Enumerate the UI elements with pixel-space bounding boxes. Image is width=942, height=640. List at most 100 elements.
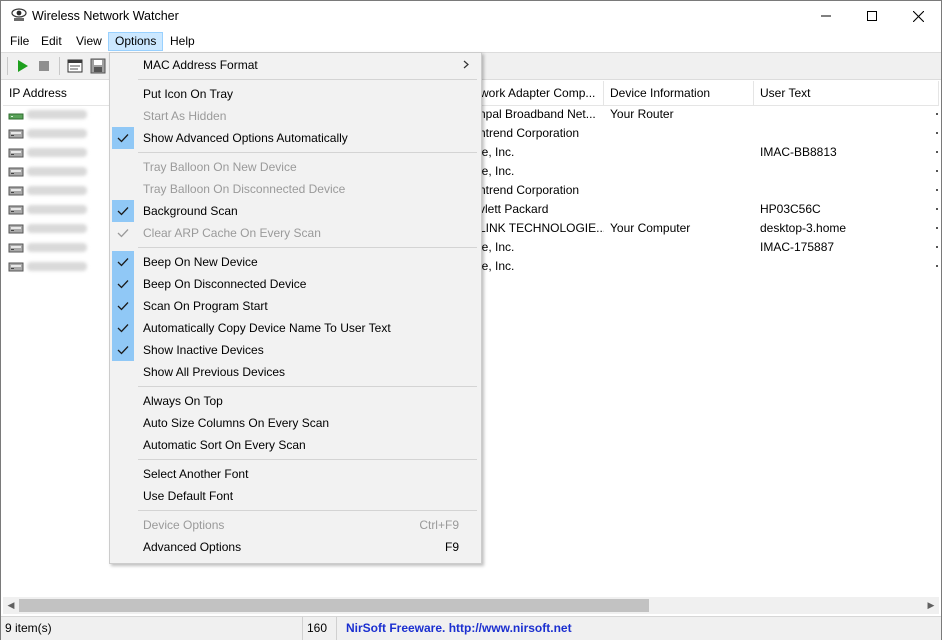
network-device-icon	[8, 167, 24, 177]
wireless-watcher-eye-icon	[11, 8, 27, 21]
checkmark-icon	[112, 222, 134, 244]
network-device-icon	[8, 148, 24, 158]
menu-edit[interactable]: Edit	[35, 32, 68, 51]
truncated-column-marker	[936, 151, 938, 153]
cell-device-information: Your Computer	[610, 221, 691, 235]
title-bar[interactable]: Wireless Network Watcher	[1, 1, 941, 31]
ip-address-redacted	[27, 262, 87, 271]
menu-separator	[138, 459, 477, 460]
menu-view[interactable]: View	[70, 32, 108, 51]
toolbar-separator	[59, 57, 60, 75]
menu-item-show-advanced-options-automatically[interactable]: Show Advanced Options Automatically	[110, 127, 481, 149]
cell-adapter-company: vlett Packard	[479, 202, 549, 216]
truncated-column-marker	[936, 265, 938, 267]
menu-item-mac-address-format[interactable]: MAC Address Format	[110, 54, 481, 76]
toolbar-grip	[7, 57, 8, 75]
menu-item-label: Put Icon On Tray	[143, 87, 234, 101]
menu-item-background-scan[interactable]: Background Scan	[110, 200, 481, 222]
cell-user-text	[754, 162, 934, 181]
menu-item-clear-arp-cache[interactable]: Clear ARP Cache On Every Scan	[110, 222, 481, 244]
menu-item-label: Show All Previous Devices	[143, 365, 286, 379]
menu-separator	[138, 79, 477, 80]
menu-item-auto-size-columns[interactable]: Auto Size Columns On Every Scan	[110, 412, 481, 434]
menu-item-label: Always On Top	[143, 394, 223, 408]
menu-item-scan-on-program-start[interactable]: Scan On Program Start	[110, 295, 481, 317]
ip-address-redacted	[27, 167, 87, 176]
cell-adapter-company: le, Inc.	[479, 145, 515, 159]
menu-item-label: Automatic Sort On Every Scan	[143, 438, 306, 452]
save-icon[interactable]	[89, 57, 107, 75]
menu-item-label: Tray Balloon On Disconnected Device	[143, 182, 346, 196]
network-device-icon	[8, 205, 24, 215]
column-user-text[interactable]: User Text	[754, 81, 939, 105]
menu-item-tray-balloon-new-device[interactable]: Tray Balloon On New Device	[110, 156, 481, 178]
status-scan-value: 160	[303, 617, 337, 640]
scrollbar-thumb[interactable]	[19, 599, 649, 612]
play-icon[interactable]	[13, 57, 31, 75]
cell-user-text: IMAC-BB8813	[760, 145, 837, 159]
network-device-icon	[8, 243, 24, 253]
menu-item-label: Select Another Font	[143, 467, 249, 481]
cell-user-text: IMAC-175887	[760, 240, 835, 254]
truncated-column-marker	[936, 246, 938, 248]
menu-item-label: Device Options	[143, 518, 225, 532]
menu-item-put-icon-on-tray[interactable]: Put Icon On Tray	[110, 83, 481, 105]
scroll-right-arrow-icon[interactable]: ▶	[923, 597, 939, 614]
menu-item-label: Advanced Options	[143, 540, 242, 554]
cell-device-information	[604, 124, 754, 143]
cell-adapter-company: le, Inc.	[479, 240, 515, 254]
menu-item-automatic-sort[interactable]: Automatic Sort On Every Scan	[110, 434, 481, 456]
menu-item-advanced-options[interactable]: Advanced Options F9	[110, 536, 481, 558]
cell-user-text	[754, 257, 934, 276]
close-button[interactable]	[895, 1, 941, 31]
menu-item-select-another-font[interactable]: Select Another Font	[110, 463, 481, 485]
menu-item-label: Beep On Disconnected Device	[143, 277, 307, 291]
menu-help[interactable]: Help	[164, 32, 201, 51]
cell-device-information	[604, 200, 754, 219]
menu-item-beep-on-new-device[interactable]: Beep On New Device	[110, 251, 481, 273]
cell-device-information: Your Router	[610, 107, 674, 121]
minimize-button[interactable]	[803, 1, 849, 31]
horizontal-scrollbar[interactable]: ◀ ▶	[3, 597, 939, 614]
menu-bar: File Edit View Options Help	[1, 31, 941, 52]
window-title: Wireless Network Watcher	[32, 9, 179, 23]
truncated-column-marker	[936, 227, 938, 229]
menu-item-device-options[interactable]: Device Options Ctrl+F9	[110, 514, 481, 536]
nirsoft-link[interactable]: NirSoft Freeware. http://www.nirsoft.net	[337, 617, 597, 640]
menu-options[interactable]: Options	[108, 32, 164, 51]
menu-separator	[138, 386, 477, 387]
menu-item-tray-balloon-disconnected-device[interactable]: Tray Balloon On Disconnected Device	[110, 178, 481, 200]
maximize-icon	[867, 11, 877, 21]
menu-item-beep-on-disconnected-device[interactable]: Beep On Disconnected Device	[110, 273, 481, 295]
menu-item-label: Auto Size Columns On Every Scan	[143, 416, 330, 430]
menu-item-always-on-top[interactable]: Always On Top	[110, 390, 481, 412]
maximize-button[interactable]	[849, 1, 895, 31]
minimize-icon	[821, 15, 831, 17]
ip-address-redacted	[27, 186, 87, 195]
menu-item-label: Show Advanced Options Automatically	[143, 131, 348, 145]
menu-item-use-default-font[interactable]: Use Default Font	[110, 485, 481, 507]
menu-item-start-as-hidden[interactable]: Start As Hidden	[110, 105, 481, 127]
app-window: Wireless Network Watcher File Edit View …	[0, 0, 942, 640]
column-network-adapter-company[interactable]: work Adapter Comp...	[471, 81, 604, 105]
ip-address-redacted	[27, 224, 87, 233]
menu-separator	[138, 247, 477, 248]
menu-item-auto-copy-device-name[interactable]: Automatically Copy Device Name To User T…	[110, 317, 481, 339]
stop-icon[interactable]	[35, 57, 53, 75]
menu-file[interactable]: File	[4, 32, 35, 51]
cell-device-information	[604, 143, 754, 162]
ip-address-redacted	[27, 148, 87, 157]
scroll-left-arrow-icon[interactable]: ◀	[3, 597, 19, 614]
checkmark-icon	[112, 127, 134, 149]
menu-separator	[138, 152, 477, 153]
cell-adapter-company: npal Broadband Net...	[479, 107, 596, 121]
cell-adapter-company: ntrend Corporation	[479, 126, 580, 140]
column-device-information[interactable]: Device Information	[604, 81, 754, 105]
html-report-icon[interactable]	[66, 57, 84, 75]
menu-item-show-inactive-devices[interactable]: Show Inactive Devices	[110, 339, 481, 361]
ip-address-redacted	[27, 205, 87, 214]
menu-item-show-all-previous-devices[interactable]: Show All Previous Devices	[110, 361, 481, 383]
checkmark-icon	[112, 339, 134, 361]
cell-user-text	[754, 181, 934, 200]
column-ip-address[interactable]: IP Address	[3, 81, 110, 105]
